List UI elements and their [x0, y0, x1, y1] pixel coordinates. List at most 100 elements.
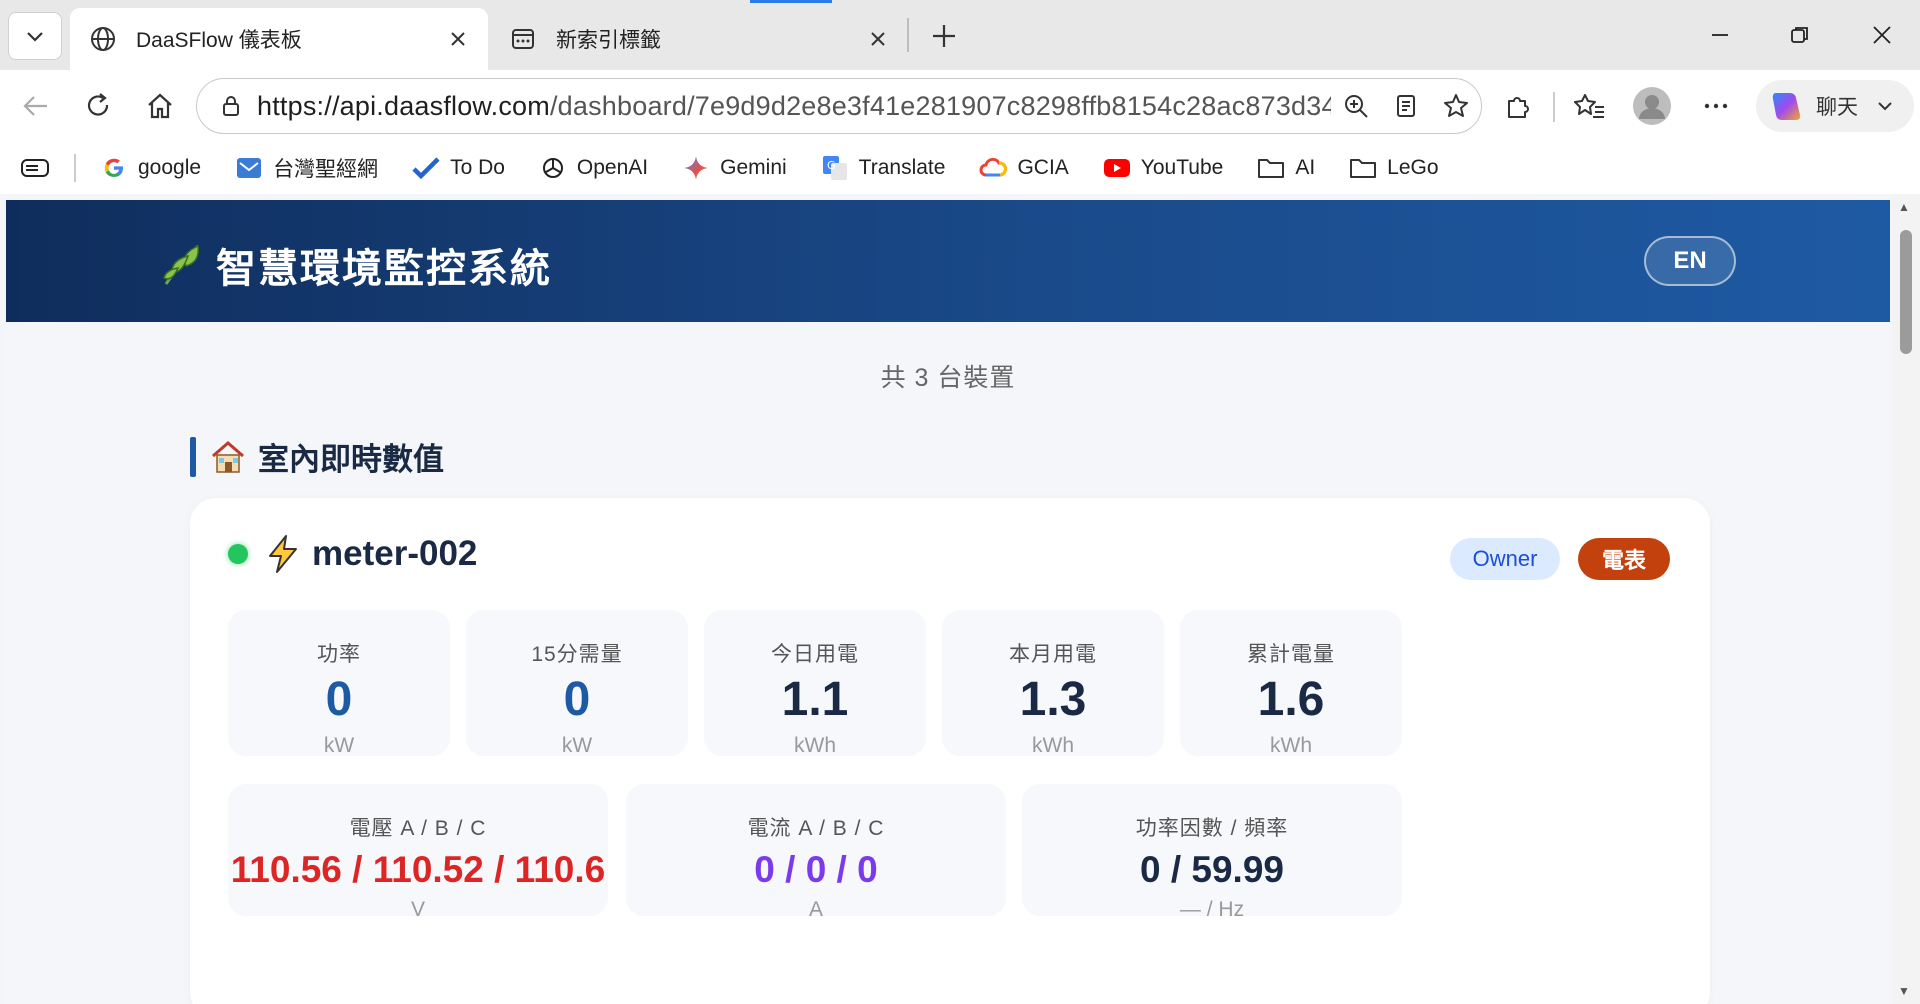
metric-label: 15分需量: [531, 643, 623, 666]
copilot-label: 聊天: [1816, 96, 1858, 119]
bookmark-label: Gemini: [720, 156, 787, 179]
close-icon: [1873, 26, 1891, 44]
favorite-star-icon[interactable]: [1431, 92, 1481, 120]
tab-sidebar-icon[interactable]: [20, 156, 50, 180]
reader-mode-icon[interactable]: [1381, 93, 1431, 119]
phase-tile-current: 電流 A / B / C 0 / 0 / 0 A: [626, 784, 1006, 921]
section-header-indoor: 室內即時數值: [190, 434, 444, 479]
phase-tile-pf-frequency: 功率因數 / 頻率 0 / 59.99 — / Hz: [1022, 784, 1402, 921]
google-icon: [100, 154, 128, 182]
phase-tile-voltage: 電壓 A / B / C 110.56 / 110.52 / 110.6 V: [228, 784, 608, 921]
device-type-badge: 電表: [1578, 538, 1670, 580]
back-button[interactable]: [12, 82, 60, 130]
leaf-icon: [160, 242, 204, 288]
more-menu-button[interactable]: [1692, 82, 1740, 130]
profile-button[interactable]: [1628, 82, 1676, 130]
device-card-header: meter-002: [228, 534, 477, 574]
favorites-list-icon: [1574, 94, 1604, 118]
bookmark-bible[interactable]: 台灣聖經網: [235, 153, 378, 183]
metric-tile-month: 本月用電 1.3 kWh: [942, 610, 1164, 757]
bookmark-todo[interactable]: To Do: [412, 154, 505, 182]
bookmark-label: YouTube: [1140, 156, 1224, 179]
chevron-down-icon: [27, 32, 43, 42]
site-info-icon[interactable]: [205, 94, 257, 118]
metric-value: 0: [563, 673, 591, 726]
metric-unit: kW: [561, 734, 593, 757]
bookmark-label: OpenAI: [576, 156, 649, 179]
extensions-button[interactable]: [1494, 82, 1542, 130]
section-accent-bar: [190, 436, 196, 477]
loading-indicator: [750, 0, 832, 3]
metric-value: 1.6: [1257, 673, 1325, 726]
avatar-icon: [1633, 87, 1671, 125]
phase-label: 功率因數 / 頻率: [1135, 817, 1289, 840]
tab-actions-button[interactable]: [8, 12, 62, 60]
metric-unit: kWh: [1032, 734, 1074, 757]
copilot-chat-button[interactable]: 聊天: [1756, 80, 1914, 132]
youtube-icon: [1103, 154, 1131, 182]
tab-title: DaaSFlow 儀表板: [136, 29, 302, 52]
copilot-icon: [1768, 87, 1806, 125]
address-bar[interactable]: https://api.daasflow.com/dashboard/7e9d9…: [196, 78, 1482, 134]
phase-unit: A: [808, 898, 823, 921]
bookmark-label: GCIA: [1017, 156, 1069, 179]
bookmark-label: AI: [1295, 156, 1316, 179]
phase-label: 電流 A / B / C: [747, 817, 885, 840]
metric-tile-total: 累計電量 1.6 kWh: [1180, 610, 1402, 757]
section-title: 室內即時數值: [258, 442, 444, 477]
phase-unit: V: [410, 898, 425, 921]
phase-value: 0 / 0 / 0: [754, 849, 878, 890]
plus-icon: [933, 25, 955, 47]
metric-tile-today: 今日用電 1.1 kWh: [704, 610, 926, 757]
phase-value: 0 / 59.99: [1139, 849, 1284, 890]
new-tab-button[interactable]: [920, 14, 968, 58]
todo-check-icon: [412, 154, 440, 182]
bookmark-gemini[interactable]: Gemini: [682, 154, 787, 182]
metric-value: 0: [325, 673, 353, 726]
restore-button[interactable]: [1770, 10, 1830, 60]
chevron-down-icon: [1876, 97, 1894, 115]
bookmark-translate[interactable]: G Translate: [821, 154, 945, 182]
metric-label: 本月用電: [1009, 643, 1097, 666]
tab-dashboard[interactable]: DaaSFlow 儀表板: [70, 8, 488, 70]
minimize-icon: [1712, 34, 1728, 36]
bookmark-openai[interactable]: OpenAI: [539, 154, 648, 182]
close-tab-icon[interactable]: [858, 19, 898, 59]
app-title: 智慧環境監控系統: [216, 247, 552, 291]
scrollbar-thumb[interactable]: [1900, 230, 1912, 354]
close-window-button[interactable]: [1852, 10, 1912, 60]
cloud-icon: [979, 154, 1008, 182]
refresh-button[interactable]: [74, 82, 122, 130]
home-button[interactable]: [136, 82, 184, 130]
phase-unit: — / Hz: [1179, 898, 1245, 921]
online-status-dot: [228, 544, 248, 564]
favorites-button[interactable]: [1566, 82, 1614, 130]
metric-label: 今日用電: [771, 643, 859, 666]
bookmarks-bar: google 台灣聖經網 To Do OpenAI Gemini G Trans…: [0, 142, 1920, 194]
phase-value: 110.56 / 110.52 / 110.6: [230, 849, 606, 890]
bookmark-label: To Do: [450, 156, 505, 179]
close-tab-icon[interactable]: [438, 19, 478, 59]
url-text[interactable]: https://api.daasflow.com/dashboard/7e9d9…: [257, 91, 1331, 122]
scroll-down-icon[interactable]: ▼: [1898, 984, 1910, 998]
minimize-button[interactable]: [1690, 10, 1750, 60]
page-scrollbar[interactable]: ▲ ▼: [1892, 194, 1920, 1004]
page-viewport: 智慧環境監控系統 EN 共 3 台裝置 室內即時數值 meter-002 Own…: [0, 194, 1920, 1004]
puzzle-icon: [1508, 97, 1529, 118]
bookmark-google[interactable]: google: [100, 154, 201, 182]
bookmark-folder-ai[interactable]: AI: [1257, 154, 1315, 182]
role-badge: Owner: [1450, 538, 1560, 580]
tab-new-tab[interactable]: 新索引標籤: [490, 8, 908, 70]
device-card[interactable]: meter-002 Owner 電表 功率 0 kW 15分需量 0 kW 今日…: [190, 498, 1710, 1004]
language-toggle-button[interactable]: EN: [1644, 236, 1736, 286]
mail-icon: [235, 154, 263, 182]
translate-icon: G: [821, 154, 849, 182]
house-icon: [210, 439, 246, 475]
metric-label: 功率: [317, 643, 361, 666]
scroll-up-icon[interactable]: ▲: [1898, 200, 1910, 214]
bookmark-youtube[interactable]: YouTube: [1103, 154, 1224, 182]
zoom-icon[interactable]: [1331, 92, 1381, 120]
bookmark-folder-lego[interactable]: LeGo: [1349, 154, 1439, 182]
bookmark-gcia[interactable]: GCIA: [979, 154, 1069, 182]
phase-label: 電壓 A / B / C: [349, 817, 487, 840]
